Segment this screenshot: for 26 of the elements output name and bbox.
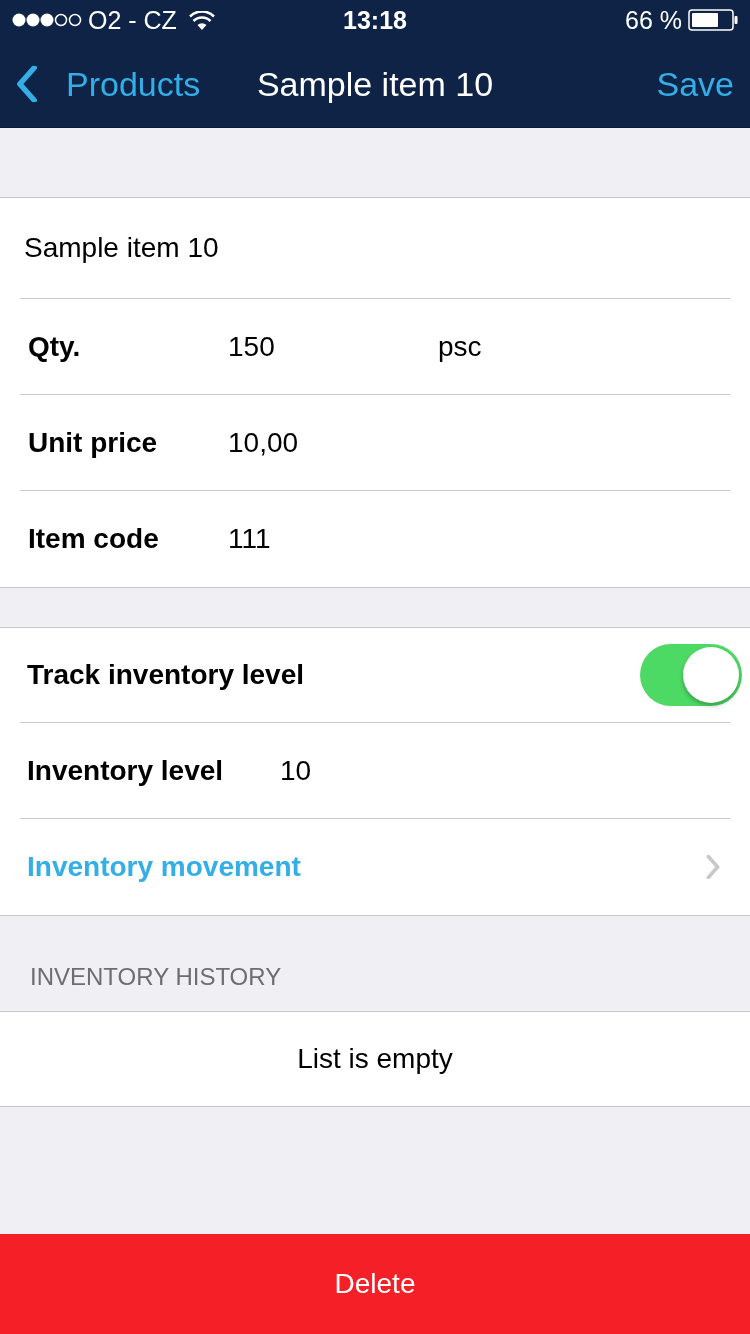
- screen-title: Sample item 10: [256, 66, 494, 101]
- item-name-field[interactable]: Sample item 10: [20, 227, 730, 269]
- toggle-switch[interactable]: [640, 644, 742, 706]
- section-header: INVENTORY HISTORY: [30, 962, 282, 992]
- battery-percentage: 66 %: [625, 7, 682, 33]
- field-input[interactable]: 150: [228, 325, 438, 368]
- inventory-level-field[interactable]: 10: [280, 749, 730, 792]
- battery-icon: [688, 9, 738, 31]
- field-input[interactable]: 10,00: [228, 421, 730, 464]
- track-inventory-label: Track inventory level: [26, 658, 305, 692]
- signal-strength-icon: [12, 13, 82, 27]
- field-label: Unit price: [27, 425, 159, 460]
- wifi-icon: [188, 10, 215, 30]
- delete-button[interactable]: Delete: [0, 1234, 750, 1334]
- carrier-name: O2 - CZ: [88, 7, 177, 33]
- unit-label: psc: [438, 329, 482, 364]
- save-button[interactable]: Save: [656, 66, 734, 101]
- back-chevron-icon: [16, 65, 38, 102]
- field-label: Item code: [27, 522, 160, 556]
- clock-time: 13:18: [343, 7, 407, 33]
- back-button[interactable]: Products: [16, 65, 201, 102]
- field-label: Qty.: [27, 329, 82, 364]
- field-input[interactable]: 111: [228, 518, 730, 560]
- field-label: Inventory level: [26, 753, 225, 788]
- chevron-right-icon: [706, 855, 720, 879]
- empty-list-message: List is empty: [297, 1042, 453, 1076]
